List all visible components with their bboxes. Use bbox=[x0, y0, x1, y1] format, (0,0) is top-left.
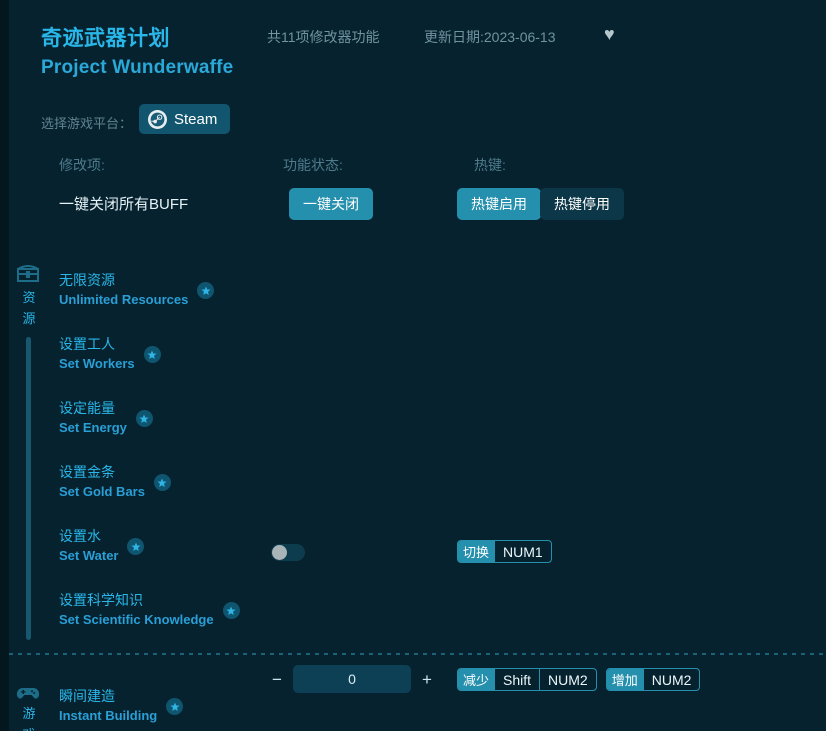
update-date-label: 更新日期:2023-06-13 bbox=[424, 27, 556, 47]
column-header-hotkey: 热键: bbox=[474, 155, 506, 175]
feature-name-en: Instant Building bbox=[59, 706, 157, 725]
column-header-state: 功能状态: bbox=[283, 155, 343, 175]
feature-name-cn: 设置工人 bbox=[59, 334, 135, 354]
feature-row: 瞬间建造 Instant Building 切换 NUM7 bbox=[0, 678, 826, 731]
feature-row: 设置工人 Set Workers − + 减少 Shift NUM2 增加 NU… bbox=[0, 326, 826, 390]
global-buff-label: 一键关闭所有BUFF bbox=[59, 193, 188, 214]
favorite-star-icon[interactable] bbox=[136, 410, 153, 427]
platform-steam-label: Steam bbox=[174, 111, 217, 128]
page-title-en: Project Wunderwaffe bbox=[41, 57, 233, 79]
hotkey-enable-button[interactable]: 热键启用 bbox=[457, 188, 541, 220]
feature-row: 设置金条 Set Gold Bars − + 减少 Shift NUM4 增加 … bbox=[0, 454, 826, 518]
feature-row: 设置水 Set Water − + 减少 Shift NUM5 增加 NUM5 bbox=[0, 518, 826, 582]
favorite-heart-icon[interactable]: ♥ bbox=[604, 25, 615, 43]
global-buff-row: 一键关闭所有BUFF 一键关闭 热键启用 热键停用 bbox=[0, 185, 826, 223]
feature-name-group: 瞬间建造 Instant Building bbox=[59, 686, 183, 725]
feature-name-cn: 瞬间建造 bbox=[59, 686, 157, 706]
feature-name-en: Set Gold Bars bbox=[59, 482, 145, 501]
feature-name-group: 设定能量 Set Energy bbox=[59, 398, 153, 437]
section-divider bbox=[9, 653, 826, 655]
feature-name-group: 设置科学知识 Set Scientific Knowledge bbox=[59, 590, 240, 629]
feature-name-cn: 设定能量 bbox=[59, 398, 127, 418]
feature-name-group: 设置水 Set Water bbox=[59, 526, 144, 565]
feature-name-en: Set Water bbox=[59, 546, 118, 565]
favorite-star-icon[interactable] bbox=[166, 698, 183, 715]
platform-steam-button[interactable]: Steam bbox=[139, 104, 230, 134]
feature-count-label: 共11项修改器功能 bbox=[267, 27, 380, 47]
feature-name-en: Set Workers bbox=[59, 354, 135, 373]
feature-name-group: 设置工人 Set Workers bbox=[59, 334, 161, 373]
feature-name-cn: 设置水 bbox=[59, 526, 118, 546]
feature-name-cn: 设置科学知识 bbox=[59, 590, 214, 610]
feature-name-en: Set Scientific Knowledge bbox=[59, 610, 214, 629]
feature-name-en: Unlimited Resources bbox=[59, 290, 188, 309]
feature-name-cn: 设置金条 bbox=[59, 462, 145, 482]
feature-row: 设置科学知识 Set Scientific Knowledge − + 减少 S… bbox=[0, 582, 826, 646]
favorite-star-icon[interactable] bbox=[144, 346, 161, 363]
favorite-star-icon[interactable] bbox=[223, 602, 240, 619]
hotkey-disable-button[interactable]: 热键停用 bbox=[540, 188, 624, 220]
app-header: 奇迹武器计划 Project Wunderwaffe 共11项修改器功能 更新日… bbox=[0, 0, 826, 96]
column-header-modifier: 修改项: bbox=[59, 155, 105, 175]
close-all-buffs-button[interactable]: 一键关闭 bbox=[289, 188, 373, 220]
feature-name-cn: 无限资源 bbox=[59, 270, 188, 290]
column-headers: 修改项: 功能状态: 热键: bbox=[0, 155, 826, 177]
platform-label: 选择游戏平台： bbox=[41, 113, 132, 132]
favorite-star-icon[interactable] bbox=[154, 474, 171, 491]
feature-name-en: Set Energy bbox=[59, 418, 127, 437]
feature-row: 无限资源 Unlimited Resources 切换 NUM1 bbox=[0, 262, 826, 326]
page-title-cn: 奇迹武器计划 bbox=[41, 22, 170, 52]
favorite-star-icon[interactable] bbox=[197, 282, 214, 299]
feature-name-group: 无限资源 Unlimited Resources bbox=[59, 270, 214, 309]
steam-icon bbox=[148, 110, 167, 129]
window-left-edge bbox=[0, 0, 9, 731]
feature-name-group: 设置金条 Set Gold Bars bbox=[59, 462, 171, 501]
platform-selector-row: 选择游戏平台： Steam bbox=[0, 104, 826, 140]
feature-row: 设定能量 Set Energy − + 减少 Shift NUM3 增加 NUM… bbox=[0, 390, 826, 454]
favorite-star-icon[interactable] bbox=[127, 538, 144, 555]
